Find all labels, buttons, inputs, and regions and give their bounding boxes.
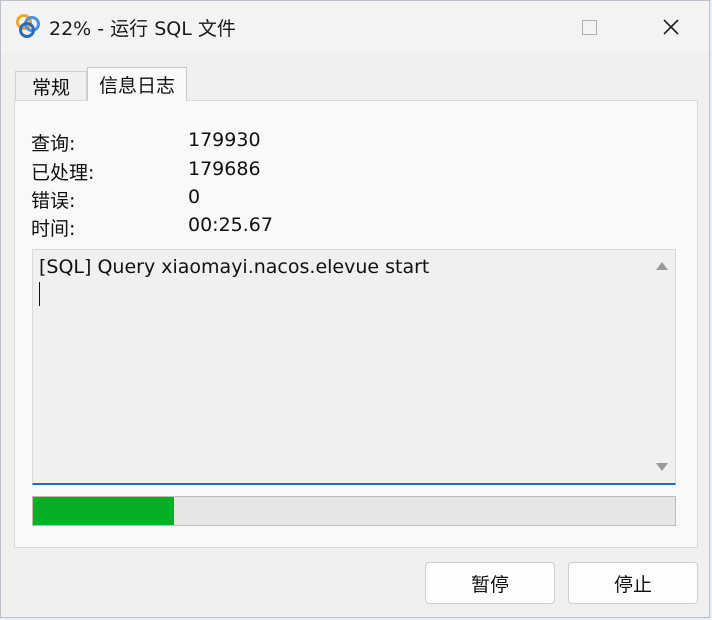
message-log-textarea[interactable]: [SQL] Query xiaomayi.nacos.elevue start — [32, 249, 676, 485]
pause-button[interactable]: 暂停 — [425, 562, 555, 604]
minimize-icon — [499, 27, 512, 28]
stat-label-queries: 查询: — [31, 133, 76, 155]
stat-label-errors: 错误: — [31, 190, 76, 212]
window-title: 22% - 运行 SQL 文件 — [49, 18, 236, 40]
stat-label-processed: 已处理: — [31, 162, 95, 184]
stop-button[interactable]: 停止 — [568, 562, 698, 604]
stat-value-processed: 179686 — [188, 158, 261, 180]
minimize-button[interactable] — [477, 1, 533, 53]
tab-general[interactable]: 常规 — [15, 71, 87, 101]
tab-message-log[interactable]: 信息日志 — [87, 67, 187, 101]
stat-label-time: 时间: — [31, 218, 76, 240]
stat-value-errors: 0 — [188, 186, 201, 208]
progress-bar — [32, 496, 676, 526]
close-icon — [663, 19, 679, 35]
scroll-down-arrow-icon[interactable] — [656, 463, 668, 471]
navicat-icon — [16, 14, 40, 38]
run-sql-file-window: 22% - 运行 SQL 文件 常规 信息日志 查询: 179930 已处理: … — [0, 0, 710, 618]
titlebar: 22% - 运行 SQL 文件 — [1, 1, 709, 53]
maximize-icon — [581, 19, 597, 35]
stat-value-queries: 179930 — [188, 129, 261, 151]
text-caret — [39, 282, 40, 306]
scroll-up-arrow-icon[interactable] — [656, 262, 668, 270]
close-button[interactable] — [643, 1, 699, 53]
maximize-button[interactable] — [561, 1, 617, 53]
progress-bar-fill — [33, 497, 175, 525]
log-scrollbar[interactable] — [649, 250, 675, 483]
log-line: [SQL] Query xiaomayi.nacos.elevue start — [39, 256, 430, 278]
stat-value-time: 00:25.67 — [188, 214, 273, 236]
